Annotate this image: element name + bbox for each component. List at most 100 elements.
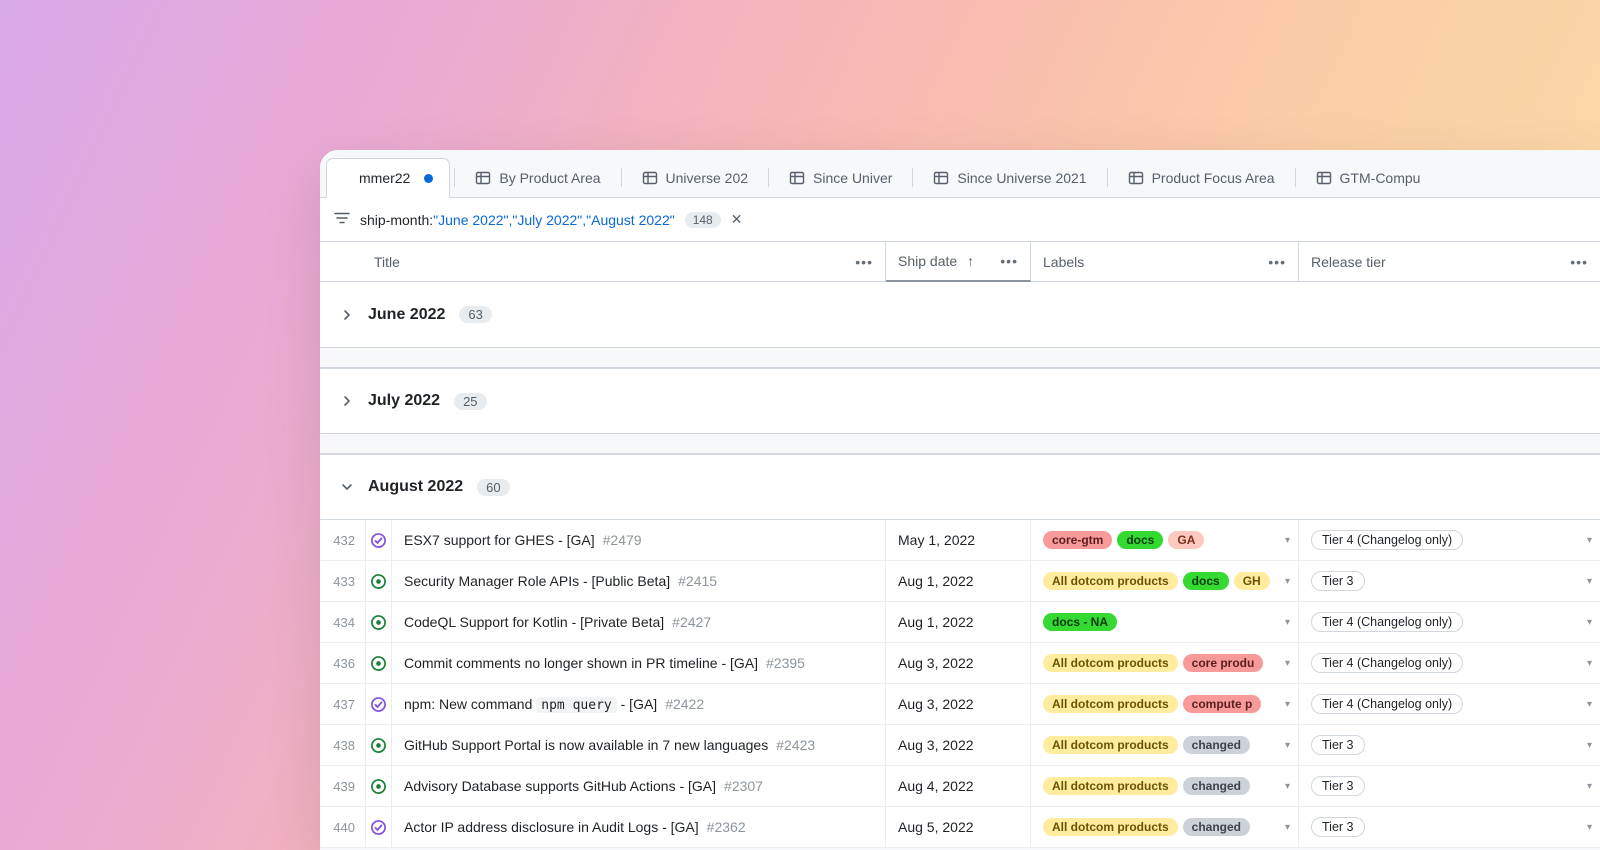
label-pill[interactable]: docs - NA — [1043, 613, 1117, 631]
ship-date-cell[interactable]: Aug 5, 2022 — [886, 807, 1031, 847]
column-menu-icon[interactable]: ••• — [1000, 253, 1018, 269]
label-pill[interactable]: compute p — [1183, 695, 1262, 713]
dropdown-caret-icon[interactable]: ▾ — [1587, 699, 1592, 710]
release-tier-cell[interactable]: Tier 4 (Changelog only)▾ — [1299, 602, 1600, 642]
release-tier-cell[interactable]: Tier 3▾ — [1299, 561, 1600, 601]
tab-label: By Product Area — [499, 170, 600, 186]
column-menu-icon[interactable]: ••• — [1570, 254, 1588, 270]
dropdown-caret-icon[interactable]: ▾ — [1587, 822, 1592, 833]
release-tier-cell[interactable]: Tier 3▾ — [1299, 766, 1600, 806]
title-cell[interactable]: ESX7 support for GHES - [GA] #2479 — [392, 520, 886, 560]
label-pill[interactable]: GH — [1234, 572, 1270, 590]
dropdown-caret-icon[interactable]: ▾ — [1587, 576, 1592, 587]
label-pill[interactable]: All dotcom products — [1043, 777, 1178, 795]
ship-date-cell[interactable]: Aug 4, 2022 — [886, 766, 1031, 806]
dropdown-caret-icon[interactable]: ▾ — [1587, 781, 1592, 792]
column-labels[interactable]: Labels ••• — [1031, 242, 1299, 281]
table-row[interactable]: 439 Advisory Database supports GitHub Ac… — [320, 766, 1600, 807]
table-row[interactable]: 438 GitHub Support Portal is now availab… — [320, 725, 1600, 766]
dropdown-caret-icon[interactable]: ▾ — [1285, 658, 1290, 669]
label-pill[interactable]: changed — [1183, 818, 1250, 836]
release-tier-cell[interactable]: Tier 4 (Changelog only)▾ — [1299, 643, 1600, 683]
issue-title: Advisory Database supports GitHub Action… — [404, 778, 716, 794]
label-pill[interactable]: docs — [1117, 531, 1163, 549]
table-row[interactable]: 432 ESX7 support for GHES - [GA] #2479 M… — [320, 520, 1600, 561]
table-row[interactable]: 436 Commit comments no longer shown in P… — [320, 643, 1600, 684]
label-pill[interactable]: All dotcom products — [1043, 654, 1178, 672]
table-row[interactable]: 437 npm: New command npm query - [GA] #2… — [320, 684, 1600, 725]
filter-bar[interactable]: ship-month:"June 2022","July 2022","Augu… — [320, 198, 1600, 242]
title-cell[interactable]: Security Manager Role APIs - [Public Bet… — [392, 561, 886, 601]
table-row[interactable]: 433 Security Manager Role APIs - [Public… — [320, 561, 1600, 602]
dropdown-caret-icon[interactable]: ▾ — [1285, 699, 1290, 710]
label-pill[interactable]: docs — [1183, 572, 1229, 590]
view-tab[interactable]: Product Focus Area — [1112, 158, 1291, 197]
view-tab[interactable]: GTM-Compu — [1300, 158, 1437, 197]
dropdown-caret-icon[interactable]: ▾ — [1285, 535, 1290, 546]
column-title[interactable]: Title ••• — [320, 242, 886, 281]
ship-date-cell[interactable]: Aug 3, 2022 — [886, 725, 1031, 765]
release-tier-cell[interactable]: Tier 3▾ — [1299, 725, 1600, 765]
ship-date-cell[interactable]: Aug 1, 2022 — [886, 602, 1031, 642]
dropdown-caret-icon[interactable]: ▾ — [1285, 781, 1290, 792]
ship-date-cell[interactable]: Aug 3, 2022 — [886, 684, 1031, 724]
label-pill[interactable]: core produ — [1183, 654, 1264, 672]
title-cell[interactable]: CodeQL Support for Kotlin - [Private Bet… — [392, 602, 886, 642]
column-menu-icon[interactable]: ••• — [855, 254, 873, 270]
group-header[interactable]: August 2022 60 — [320, 454, 1600, 520]
table-icon — [1316, 170, 1332, 186]
dropdown-caret-icon[interactable]: ▾ — [1285, 740, 1290, 751]
labels-cell[interactable]: All dotcom products compute p ▾ — [1031, 684, 1299, 724]
labels-cell[interactable]: docs - NA ▾ — [1031, 602, 1299, 642]
title-cell[interactable]: GitHub Support Portal is now available i… — [392, 725, 886, 765]
title-cell[interactable]: Advisory Database supports GitHub Action… — [392, 766, 886, 806]
dropdown-caret-icon[interactable]: ▾ — [1285, 822, 1290, 833]
view-tab[interactable]: Universe 202 — [626, 158, 765, 197]
clear-filter-icon[interactable]: ✕ — [731, 211, 743, 228]
title-cell[interactable]: Actor IP address disclosure in Audit Log… — [392, 807, 886, 847]
dropdown-caret-icon[interactable]: ▾ — [1285, 576, 1290, 587]
group-header[interactable]: June 2022 63 — [320, 282, 1600, 348]
view-tab[interactable]: By Product Area — [459, 158, 616, 197]
dropdown-caret-icon[interactable]: ▾ — [1587, 617, 1592, 628]
table-row[interactable]: 440 Actor IP address disclosure in Audit… — [320, 807, 1600, 848]
column-release-tier[interactable]: Release tier ••• — [1299, 242, 1600, 281]
dropdown-caret-icon[interactable]: ▾ — [1587, 658, 1592, 669]
view-tab[interactable]: Since Univer — [773, 158, 908, 197]
labels-cell[interactable]: All dotcom products changed ▾ — [1031, 725, 1299, 765]
labels-cell[interactable]: All dotcom products changed ▾ — [1031, 766, 1299, 806]
label-pill[interactable]: changed — [1183, 777, 1250, 795]
column-menu-icon[interactable]: ••• — [1268, 254, 1286, 270]
row-number: 440 — [320, 807, 366, 847]
group-header[interactable]: July 2022 25 — [320, 368, 1600, 434]
label-pill[interactable]: All dotcom products — [1043, 736, 1178, 754]
filter-icon — [334, 210, 350, 229]
view-tab[interactable]: mmer22 — [326, 158, 450, 198]
table-icon — [1128, 170, 1144, 186]
view-tab[interactable]: Since Universe 2021 — [917, 158, 1102, 197]
label-pill[interactable]: All dotcom products — [1043, 572, 1178, 590]
title-cell[interactable]: npm: New command npm query - [GA] #2422 — [392, 684, 886, 724]
table-row[interactable]: 434 CodeQL Support for Kotlin - [Private… — [320, 602, 1600, 643]
release-tier-cell[interactable]: Tier 4 (Changelog only)▾ — [1299, 684, 1600, 724]
label-pill[interactable]: core-gtm — [1043, 531, 1112, 549]
ship-date-cell[interactable]: May 1, 2022 — [886, 520, 1031, 560]
labels-cell[interactable]: All dotcom products core produ ▾ — [1031, 643, 1299, 683]
title-cell[interactable]: Commit comments no longer shown in PR ti… — [392, 643, 886, 683]
label-pill[interactable]: All dotcom products — [1043, 695, 1178, 713]
release-tier-cell[interactable]: Tier 3▾ — [1299, 807, 1600, 847]
label-pill[interactable]: changed — [1183, 736, 1250, 754]
column-ship-date[interactable]: Ship date ↑ ••• — [886, 242, 1031, 282]
dropdown-caret-icon[interactable]: ▾ — [1587, 740, 1592, 751]
dropdown-caret-icon[interactable]: ▾ — [1285, 617, 1290, 628]
dropdown-caret-icon[interactable]: ▾ — [1587, 535, 1592, 546]
ship-date-cell[interactable]: Aug 1, 2022 — [886, 561, 1031, 601]
release-tier-cell[interactable]: Tier 4 (Changelog only)▾ — [1299, 520, 1600, 560]
labels-cell[interactable]: All dotcom products changed ▾ — [1031, 807, 1299, 847]
label-pill[interactable]: GA — [1168, 531, 1204, 549]
label-pill[interactable]: All dotcom products — [1043, 818, 1178, 836]
labels-cell[interactable]: All dotcom products docs GH ▾ — [1031, 561, 1299, 601]
ship-date-cell[interactable]: Aug 3, 2022 — [886, 643, 1031, 683]
labels-cell[interactable]: core-gtm docs GA ▾ — [1031, 520, 1299, 560]
tab-label: Since Univer — [813, 170, 892, 186]
